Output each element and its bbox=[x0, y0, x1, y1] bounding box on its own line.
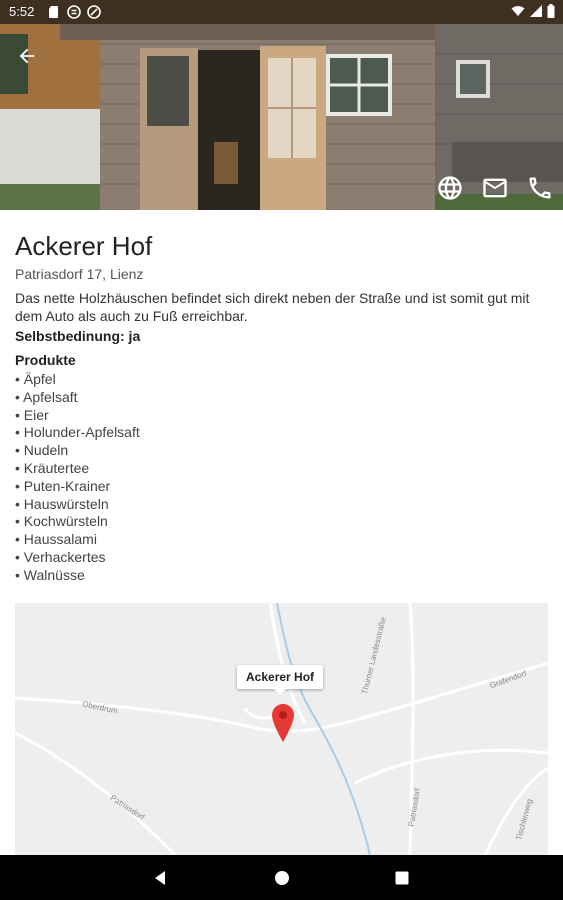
list-item: Puten-Krainer bbox=[15, 478, 140, 496]
status-bar: 5:52 bbox=[0, 0, 563, 24]
email-button[interactable] bbox=[478, 171, 512, 205]
circle-icon bbox=[87, 5, 101, 19]
recents-square-icon bbox=[395, 871, 409, 885]
map-pin-icon[interactable] bbox=[272, 704, 294, 742]
description-text: Das nette Holzhäuschen befindet sich dir… bbox=[15, 290, 530, 324]
arrow-back-icon bbox=[19, 48, 35, 64]
list-item: Kochwürsteln bbox=[15, 513, 140, 531]
address-text: Patriasdorf 17, Lienz bbox=[15, 266, 144, 282]
list-item: Äpfel bbox=[15, 371, 140, 389]
battery-icon bbox=[547, 4, 555, 18]
nav-home-button[interactable] bbox=[270, 866, 294, 890]
list-item: Nudeln bbox=[15, 442, 140, 460]
list-item: Apfelsaft bbox=[15, 389, 140, 407]
map-view[interactable]: Oberdrum Patriasdorf Thurner Landesstraß… bbox=[15, 603, 548, 855]
hero-photo bbox=[0, 24, 563, 210]
website-button[interactable] bbox=[433, 171, 467, 205]
list-item: Haussalami bbox=[15, 531, 140, 549]
phone-icon bbox=[529, 177, 551, 199]
list-item: Holunder-Apfelsaft bbox=[15, 424, 140, 442]
map-marker-callout[interactable]: Ackerer Hof bbox=[237, 665, 324, 695]
list-item: Eier bbox=[15, 407, 140, 425]
back-triangle-icon bbox=[155, 871, 165, 885]
navigation-bar bbox=[0, 855, 563, 900]
list-item: Verhackertes bbox=[15, 549, 140, 567]
home-circle-icon bbox=[275, 871, 289, 885]
status-notification-icons bbox=[47, 5, 101, 19]
signal-icon bbox=[530, 5, 542, 17]
phone-button[interactable] bbox=[523, 171, 557, 205]
mail-icon bbox=[483, 178, 507, 198]
list-item: Hauswürsteln bbox=[15, 496, 140, 514]
products-heading: Produkte bbox=[15, 352, 76, 368]
status-time: 5:52 bbox=[9, 4, 35, 19]
nav-back-button[interactable] bbox=[148, 866, 172, 890]
back-button[interactable] bbox=[7, 36, 47, 76]
notification-icon bbox=[67, 5, 81, 19]
sd-card-icon bbox=[49, 6, 58, 18]
product-list: Äpfel Apfelsaft Eier Holunder-Apfelsaft … bbox=[15, 371, 140, 585]
nav-recents-button[interactable] bbox=[390, 866, 414, 890]
selfservice-text: Selbstbedinung: ja bbox=[15, 328, 141, 344]
list-item: Walnüsse bbox=[15, 567, 140, 585]
list-item: Kräutertee bbox=[15, 460, 140, 478]
page-title: Ackerer Hof bbox=[15, 231, 153, 261]
status-system-icons bbox=[511, 4, 555, 18]
globe-icon bbox=[438, 176, 462, 200]
wifi-icon bbox=[511, 6, 525, 16]
